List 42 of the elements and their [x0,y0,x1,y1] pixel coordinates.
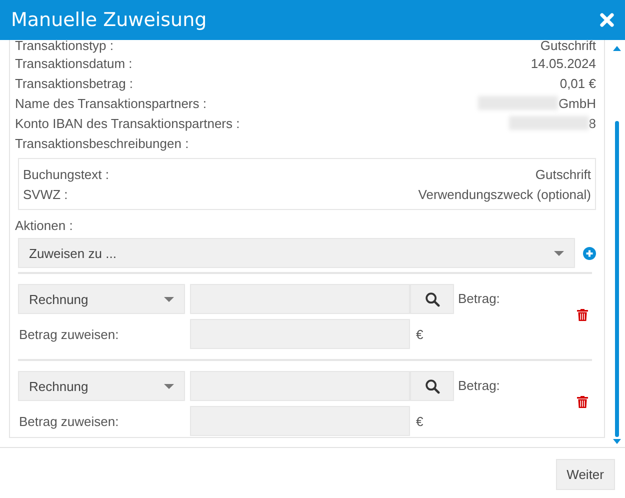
amount-label: Betrag: [458,378,500,393]
caret-icon [164,296,174,302]
currency-label: € [416,326,424,342]
detail-value: 0,01 € [560,76,596,90]
trash-icon[interactable] [577,396,588,408]
detail-label: Transaktionsdatum : [15,56,132,70]
detail-value: Gutschrift [540,38,596,53]
continue-button[interactable]: Weiter [556,459,615,490]
description-label: Buchungstext : [23,166,109,182]
amount-label: Betrag: [458,291,500,306]
actions-label: Aktionen : [15,218,74,235]
description-value: Gutschrift [535,166,591,182]
description-value: Verwendungszweck (optional) [418,186,591,202]
search-icon [424,292,440,306]
detail-label: Transaktionsbetrag : [15,76,134,90]
detail-label: Transaktionstyp : [15,38,114,53]
detail-value: GmbH [558,96,596,110]
detail-label: Transaktionsbeschreibungen : [15,136,189,150]
window-title: Manuelle Zuweisung [11,9,207,31]
detail-label: Name des Transaktionspartners : [15,96,206,110]
description-label: SVWZ : [23,186,68,202]
amount-field[interactable] [190,406,410,436]
search-button[interactable] [410,284,454,314]
search-field[interactable] [190,284,410,314]
caret-icon [164,384,174,388]
trash-icon[interactable] [577,308,588,320]
caret-icon [554,250,564,256]
detail-value: 14.05.2024 [530,56,596,70]
type-select[interactable]: Rechnung [18,371,185,401]
action-select[interactable]: Zuweisen zu ... [18,238,575,268]
search-icon [424,378,440,394]
detail-value: 8 [588,116,596,130]
add-icon[interactable] [583,246,596,260]
search-button[interactable] [410,371,454,401]
search-field[interactable] [190,371,410,401]
detail-label: Konto IBAN des Transaktionspartners : [15,116,240,130]
assign-amount-label: Betrag zuweisen: [19,326,120,342]
close-icon[interactable] [599,12,615,28]
amount-field[interactable] [190,319,410,349]
currency-label: € [416,414,424,428]
assign-amount-label: Betrag zuweisen: [19,414,120,428]
type-select[interactable]: Rechnung [18,284,185,314]
